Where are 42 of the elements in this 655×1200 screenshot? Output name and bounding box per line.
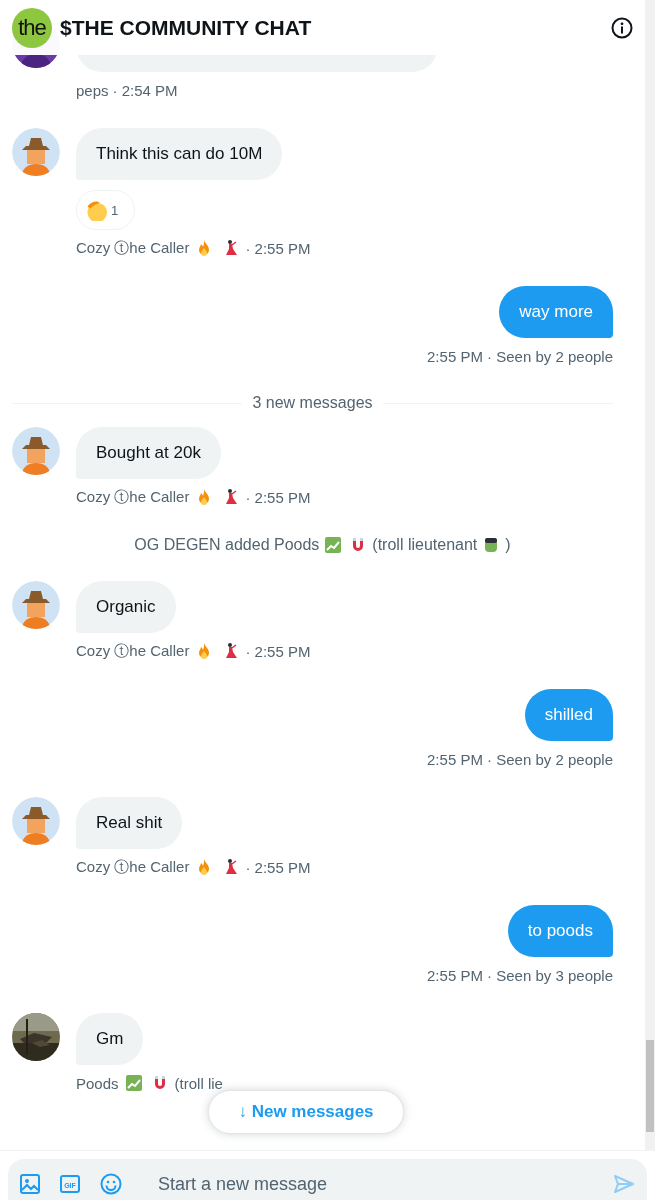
avatar (12, 581, 60, 629)
chat-title: $THE COMMUNITY CHAT (60, 15, 313, 40)
author-name: Poods (76, 1074, 119, 1092)
system-note: (troll lieutenant (372, 536, 478, 554)
timestamp: · 2:55 PM (245, 488, 311, 506)
timestamp: · 2:54 PM (112, 81, 178, 99)
message-status: 2:55 PM · Seen by 3 people (427, 966, 613, 984)
message-bubble: Think this can do 10M (76, 128, 283, 180)
system-note: ) (505, 536, 511, 554)
message-status: 2:55 PM · Seen by 2 people (427, 750, 613, 768)
message-status: 2:55 PM · Seen by 2 people (427, 347, 613, 365)
chart-icon (124, 1074, 143, 1092)
avatar (12, 797, 60, 845)
author-name: Cozy ⓣhe Caller (76, 487, 190, 507)
message-bubble: to poods (507, 905, 613, 957)
avatar (12, 427, 60, 475)
author-name: Cozy ⓣhe Caller (76, 238, 190, 258)
author-name: Cozy ⓣhe Caller (76, 641, 190, 661)
message-bubble: Bought at 20k (76, 427, 221, 479)
emoji-icon[interactable] (100, 1173, 122, 1195)
timestamp: · 2:55 PM (245, 239, 311, 257)
salute-icon (85, 199, 107, 221)
info-icon[interactable] (611, 16, 633, 39)
new-messages-button[interactable]: ↓ New messages (208, 1090, 404, 1134)
send-icon[interactable] (613, 1173, 635, 1195)
new-messages-divider: 3 new messages (252, 394, 373, 412)
image-icon[interactable] (20, 1174, 40, 1194)
message-bubble: Gm (76, 1013, 144, 1065)
chart-icon (324, 536, 343, 554)
message-bubble: Organic (76, 581, 176, 633)
message-bubble: Real shit (76, 797, 183, 849)
message-bubble: way more (499, 286, 613, 338)
timestamp: · 2:55 PM (245, 642, 311, 660)
system-note: OG DEGEN added Poods (134, 536, 320, 554)
community-logo: the (12, 7, 52, 48)
avatar (12, 128, 60, 176)
author-name: (troll lie (174, 1074, 223, 1092)
scrollbar[interactable] (645, 0, 655, 1150)
author-name: Cozy ⓣhe Caller (76, 857, 190, 877)
timestamp: · 2:55 PM (245, 858, 311, 876)
message-bubble: shilled (524, 689, 613, 741)
author-name: peps (76, 81, 109, 99)
